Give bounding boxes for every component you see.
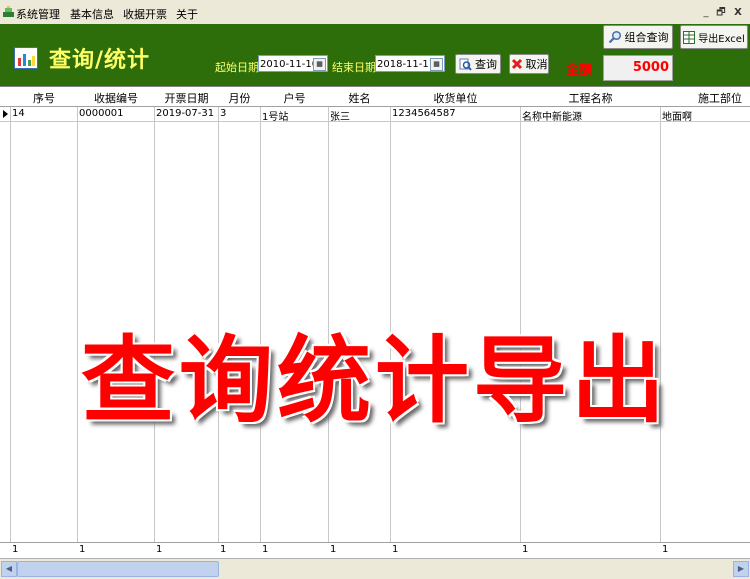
app-icon: [3, 6, 14, 17]
table-cell: 14: [12, 108, 25, 119]
table-cell: 名称中新能源: [522, 112, 582, 123]
start-date-label: 起始日期: [215, 61, 259, 74]
menu-receipt[interactable]: 收据开票: [123, 6, 167, 22]
column-header[interactable]: 开票日期: [155, 90, 218, 106]
export-excel-label: 导出Excel: [698, 33, 745, 45]
cancel-button[interactable]: 取消: [509, 54, 549, 74]
summary-cell: 1: [262, 544, 269, 555]
start-date-value: 2010-11-10: [260, 59, 319, 70]
table-row[interactable]: 14 0000001 2019-07-31 3 1号站 张三 123456458…: [0, 107, 750, 123]
table-header: 序号 收据编号 开票日期 月份 户号 姓名 收货单位 工程名称 施工部位: [0, 87, 750, 107]
combo-query-label: 组合查询: [624, 31, 669, 44]
column-header[interactable]: 收据编号: [78, 90, 154, 106]
table-cell: 1234564587: [392, 108, 456, 119]
start-date-field[interactable]: 2010-11-10 ▦: [258, 55, 328, 72]
calendar-icon[interactable]: ▦: [430, 58, 443, 71]
table-cell: 1号站: [262, 112, 289, 123]
menu-basic-info[interactable]: 基本信息: [70, 6, 114, 22]
export-excel-button[interactable]: 导出Excel: [680, 25, 748, 49]
scrollbar-thumb[interactable]: [17, 561, 219, 577]
search-icon: [459, 58, 472, 71]
column-header[interactable]: 姓名: [329, 90, 390, 106]
chart-icon: [14, 47, 38, 69]
column-header[interactable]: 施工部位: [672, 90, 742, 106]
end-date-value: 2018-11-11: [377, 59, 436, 70]
column-header[interactable]: 序号: [11, 90, 77, 106]
table-cell: 2019-07-31: [156, 108, 215, 119]
query-button-label: 查询: [475, 58, 497, 71]
summary-cell: 1: [79, 544, 86, 555]
scroll-left-icon[interactable]: ◀: [1, 561, 17, 577]
cancel-icon: [511, 58, 522, 70]
end-date-field[interactable]: 2018-11-11 ▦: [375, 55, 445, 72]
menu-system[interactable]: 系统管理: [16, 6, 60, 22]
minimize-button[interactable]: _: [700, 7, 712, 19]
table-cell: 3: [220, 108, 227, 119]
column-header[interactable]: 月份: [219, 90, 260, 106]
cancel-button-label: 取消: [525, 58, 548, 71]
menu-bar: 系统管理 基本信息 收据开票 关于 _ 🗗 X: [0, 0, 750, 25]
table-cell: 张三: [330, 112, 350, 123]
spreadsheet-icon: [683, 30, 696, 44]
summary-cell: 1: [392, 544, 399, 555]
end-date-label: 结束日期: [332, 61, 376, 74]
header-panel: 查询/统计 起始日期 2010-11-10 ▦ 结束日期 2018-11-11 …: [0, 24, 750, 86]
overlay-caption: 查询统计导出: [80, 327, 669, 436]
combo-query-button[interactable]: 组合查询: [603, 25, 673, 49]
close-button[interactable]: X: [732, 7, 744, 19]
column-header[interactable]: 收货单位: [391, 90, 520, 106]
page-title: 查询/统计: [49, 48, 151, 73]
table-cell: 0000001: [79, 108, 124, 119]
total-amount-field: 5000: [603, 55, 673, 81]
column-header[interactable]: 户号: [261, 90, 328, 106]
summary-cell: 1: [662, 544, 669, 555]
menu-about[interactable]: 关于: [176, 6, 198, 22]
summary-cell: 1: [12, 544, 19, 555]
magnifier-icon: [608, 30, 621, 44]
horizontal-scrollbar[interactable]: ◀ ▶: [0, 558, 750, 579]
summary-row: 1 1 1 1 1 1 1 1 1: [0, 542, 750, 559]
summary-cell: 1: [156, 544, 163, 555]
scroll-right-icon[interactable]: ▶: [733, 561, 749, 577]
summary-cell: 1: [522, 544, 529, 555]
total-label: 金额: [566, 63, 593, 78]
restore-button[interactable]: 🗗: [715, 7, 727, 19]
column-header[interactable]: 工程名称: [521, 90, 660, 106]
calendar-icon[interactable]: ▦: [313, 58, 326, 71]
summary-cell: 1: [330, 544, 337, 555]
table-cell: 地面啊: [662, 112, 692, 123]
query-button[interactable]: 查询: [455, 54, 501, 74]
summary-cell: 1: [220, 544, 227, 555]
